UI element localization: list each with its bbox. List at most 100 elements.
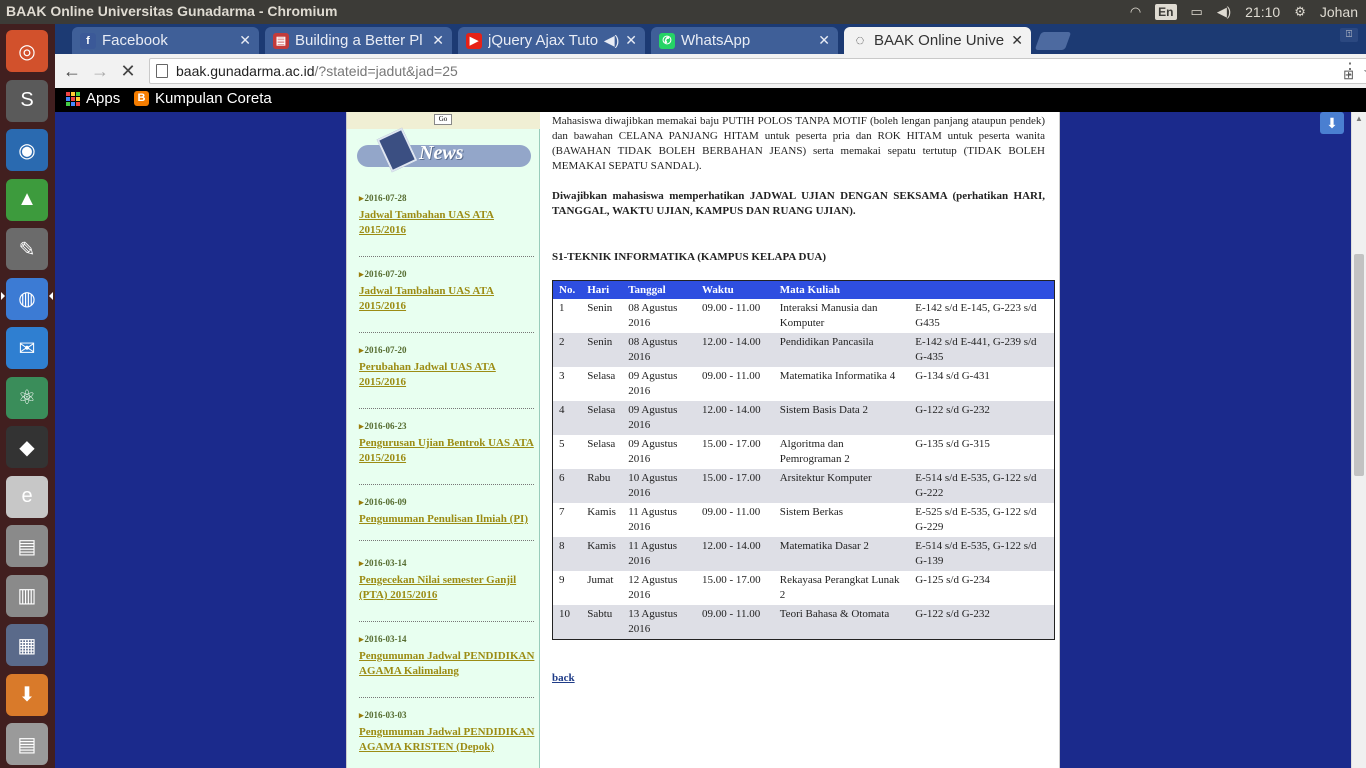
back-arrow-icon[interactable]: ← xyxy=(61,60,83,82)
keyboard-layout-indicator[interactable]: En xyxy=(1155,4,1177,20)
table-cell: Selasa xyxy=(587,437,616,450)
news-divider xyxy=(359,621,534,622)
news-link[interactable]: Pengumuman Penulisan Ilmiah (PI) xyxy=(359,512,537,527)
youtube-icon: ▶ xyxy=(466,32,482,49)
table-cell: Interaksi Manusia dan Komputer xyxy=(779,301,878,329)
table-cell: 08 Agustus 2016 xyxy=(622,332,696,367)
installer-icon[interactable]: ⬇ xyxy=(6,673,48,716)
table-cell: G-134 s/d G-431 xyxy=(915,369,990,382)
table-cell: 15.00 - 17.00 xyxy=(702,437,761,450)
news-link[interactable]: Pengurusan Ujian Bentrok UAS ATA 2015/20… xyxy=(359,436,537,466)
blogger-icon: B xyxy=(134,91,149,106)
wifi-icon[interactable]: ◠ xyxy=(1130,4,1141,20)
bookmark-kumpulan[interactable]: B Kumpulan Coreta xyxy=(134,90,272,107)
address-bar[interactable]: baak.gunadarma.ac.id/?stateid=jadut&jad=… xyxy=(149,58,1366,84)
news-date: 2016-03-14 xyxy=(359,558,537,569)
clock[interactable]: 21:10 xyxy=(1245,4,1280,20)
table-cell: Arsitektur Komputer xyxy=(773,468,910,503)
vertical-scrollbar[interactable]: ▲ xyxy=(1351,112,1366,768)
table-cell: Algoritma dan Pemrograman 2 xyxy=(779,437,850,465)
news-heading: News xyxy=(419,142,464,164)
news-link[interactable]: Jadwal Tambahan UAS ATA 2015/2016 xyxy=(359,284,537,314)
go-button[interactable]: Go xyxy=(434,114,452,125)
close-icon[interactable]: ✕ xyxy=(1011,32,1023,49)
chromium-icon[interactable]: ◍ xyxy=(6,277,48,320)
close-icon[interactable]: ✕ xyxy=(625,32,637,49)
menu-icon[interactable]: ⋮ xyxy=(1342,59,1358,79)
text-editor-icon[interactable]: ✎ xyxy=(6,228,48,270)
news-date: 2016-07-20 xyxy=(359,269,537,280)
sublime-text-icon[interactable]: S xyxy=(6,79,48,122)
table-cell: 12.00 - 14.00 xyxy=(696,332,774,367)
close-icon[interactable]: ✕ xyxy=(818,32,830,49)
battery-icon[interactable]: ▭ xyxy=(1191,4,1203,20)
table-row: 1 Senin 08 Agustus 2016 09.00 - 11.00 Intera… xyxy=(553,299,1055,333)
thunderbird-icon[interactable]: ✉ xyxy=(6,327,48,369)
software-icon[interactable]: ▥ xyxy=(6,574,48,617)
table-cell: 5 xyxy=(559,437,565,450)
table-cell: Sistem Berkas xyxy=(779,505,843,518)
column-header: Hari xyxy=(581,280,623,299)
volume-icon[interactable]: ◀) xyxy=(1217,4,1231,20)
forward-arrow-icon[interactable]: → xyxy=(89,60,111,82)
unity-launcher: ◎ S ◉ ▲ ✎ ◍ ✉ ⚛ ◆ e ▤ ▥ ▦ ⬇ ▤ xyxy=(0,24,55,768)
table-cell: E-525 s/d E-535, G-122 s/d G-229 xyxy=(915,505,1037,533)
android-studio-icon[interactable]: ▲ xyxy=(6,178,48,221)
stop-icon[interactable]: ✕ xyxy=(117,60,139,82)
table-cell: E-142 s/d E-441, G-239 s/d G-435 xyxy=(909,332,1055,367)
files-icon[interactable]: ▤ xyxy=(6,525,48,567)
unity-icon[interactable]: ◆ xyxy=(6,426,48,468)
news-link[interactable]: Perubahan Jadwal UAS ATA 2015/2016 xyxy=(359,360,537,390)
gear-icon[interactable]: ⚙ xyxy=(1294,4,1306,20)
new-tab-button[interactable] xyxy=(1034,32,1072,50)
close-icon[interactable]: ✕ xyxy=(239,32,251,49)
tab-title: Building a Better Pl xyxy=(295,32,423,49)
table-cell: 09.00 - 11.00 xyxy=(702,369,761,382)
download-icon[interactable]: ⬇ xyxy=(1320,112,1344,134)
table-cell: Matematika Informatika 4 xyxy=(779,369,896,382)
profile-icon[interactable]: ⍐ xyxy=(1340,28,1358,42)
news-item: 2016-03-14 Pengecekan Nilai semester Ganj… xyxy=(359,558,537,603)
window-title: BAAK Online Universitas Gunadarma - Chro… xyxy=(6,3,338,19)
printer-icon[interactable]: ▤ xyxy=(6,723,48,765)
column-header xyxy=(909,280,1055,299)
table-cell: 9 xyxy=(559,573,565,586)
atom-icon[interactable]: ⚛ xyxy=(6,376,48,419)
page-icon[interactable] xyxy=(156,64,168,78)
tab-jquery-ajax[interactable]: ▶ jQuery Ajax Tuto ◀) ✕ xyxy=(458,27,645,54)
news-date: 2016-07-20 xyxy=(359,345,537,356)
column-header: No. xyxy=(552,280,582,299)
close-icon[interactable]: ✕ xyxy=(432,32,444,49)
table-cell: 09.00 - 11.00 xyxy=(702,505,761,518)
tab-building-better[interactable]: ▤ Building a Better Pl ✕ xyxy=(265,27,452,54)
news-link[interactable]: Jadwal Tambahan UAS ATA 2015/2016 xyxy=(359,208,537,238)
news-link[interactable]: Pengumuman Jadwal PENDIDIKAN AGAMA KRIST… xyxy=(359,725,537,755)
app-red-icon[interactable]: e xyxy=(6,475,48,518)
tab-facebook[interactable]: f Facebook ✕ xyxy=(72,27,259,54)
table-cell: 2 xyxy=(552,332,582,367)
tab-baak[interactable]: ◌ BAAK Online Unive ✕ xyxy=(844,27,1031,54)
table-header-row: No. Hari Tanggal Waktu Mata Kuliah xyxy=(552,280,1055,299)
url-host: baak.gunadarma.ac.id xyxy=(176,63,315,79)
speaker-icon[interactable]: ◀) xyxy=(604,32,619,49)
firefox-icon[interactable]: ◉ xyxy=(6,129,48,171)
bookmark-apps[interactable]: Apps xyxy=(66,90,120,107)
news-link[interactable]: Pengumuman Jadwal PENDIDIKAN AGAMA Kalim… xyxy=(359,649,537,679)
table-cell: Kamis xyxy=(587,505,616,518)
news-item: 2016-07-20 Perubahan Jadwal UAS ATA 2015/… xyxy=(359,345,537,390)
scroll-up-arrow-icon[interactable]: ▲ xyxy=(1355,114,1363,123)
table-cell: Jumat xyxy=(587,573,614,586)
news-link[interactable]: Pengecekan Nilai semester Ganjil (PTA) 2… xyxy=(359,573,537,603)
user-name[interactable]: Johan xyxy=(1320,4,1358,20)
scanner-icon[interactable]: ▦ xyxy=(6,624,48,666)
news-divider xyxy=(359,540,534,541)
table-row: 6 Rabu 10 Agustus 2016 15.00 - 17.00 Arsitek… xyxy=(552,468,1055,503)
ubuntu-dash-icon[interactable]: ◎ xyxy=(6,30,48,72)
tab-title: WhatsApp xyxy=(681,32,751,49)
back-link[interactable]: back xyxy=(552,672,575,684)
table-body: 1 Senin 08 Agustus 2016 09.00 - 11.00 Intera… xyxy=(552,299,1055,639)
tab-whatsapp[interactable]: ✆ WhatsApp ✕ xyxy=(651,27,838,54)
table-row: 4 Selasa 09 Agustus 2016 12.00 - 14.00 Siste… xyxy=(552,400,1055,435)
url-path: /?stateid=jadut&jad=25 xyxy=(314,63,458,79)
scroll-thumb[interactable] xyxy=(1354,254,1364,476)
